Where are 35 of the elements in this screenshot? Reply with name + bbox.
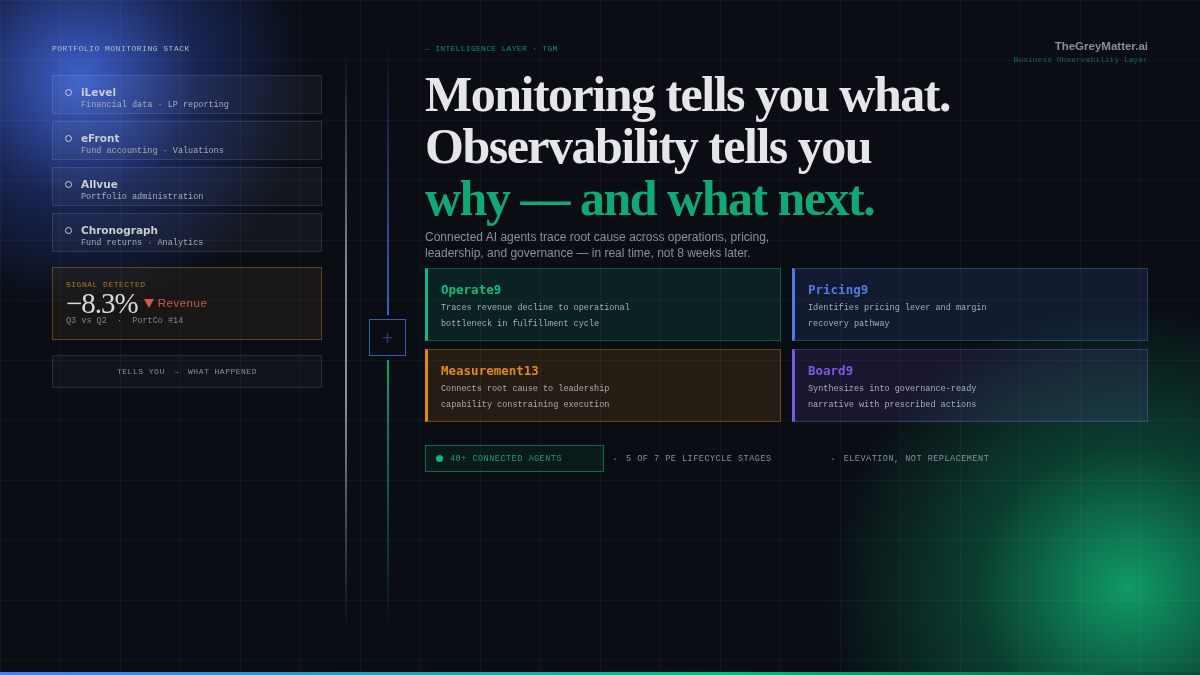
plus-glyph: + [380,328,395,347]
tool-detail: Financial data · LP reporting [81,100,229,111]
signal-value: −8.3% [66,290,138,316]
tool-detail: Portfolio administration [81,192,204,203]
agent-description: Traces revenue decline to operational bottleneck in fulfillment cycle [441,302,631,331]
tool-name: iLevel [81,86,117,99]
agent-name: Board9 [808,363,855,378]
agent-name: Pricing9 [808,282,870,297]
signal-label: SIGNAL DETECTED [66,279,147,290]
tool-detail: Fund returns · Analytics [81,238,204,249]
tool-detail: Fund accounting · Valuations [81,146,224,157]
stat-label: 40+ CONNECTED AGENTS [450,453,563,464]
summary-label: TELLS YOU [117,367,165,376]
section-heading: PORTFOLIO MONITORING STACK [52,44,191,53]
eyebrow-label: — INTELLIGENCE LAYER · TGM [425,44,558,53]
agent-name: Measurement13 [441,363,540,378]
agent-description: Identifies pricing lever and margin recovery pathway [808,302,988,331]
agent-description: Synthesizes into governance-ready narrative with prescribed actions [808,383,978,412]
signal-context: Q3 vs Q2 · PortCo #14 [66,316,185,327]
signal-metric: Revenue [157,297,208,309]
stat-label: ELEVATION, NOT REPLACEMENT [843,453,990,464]
arrow-glyph: → [173,367,180,376]
tool-name: eFront [81,132,121,145]
status-dot-icon [436,455,443,462]
stat-label: 5 OF 7 PE LIFECYCLE STAGES [626,453,772,464]
tool-name: Chronograph [81,224,160,237]
brand-tagline: Business Observability Layer [1013,55,1148,64]
brand-name: TheGreyMatter.ai [1054,40,1148,52]
headline-line: Monitoring tells you what. [425,68,950,120]
agent-description: Connects root cause to leadership capability constraining execution [441,383,611,412]
agent-name: Operate9 [441,282,503,297]
tool-name: Allvue [81,178,119,191]
lede-paragraph: Connected AI agents trace root cause across operations, pricing, leadership, and governance — in real time, not 8 weeks later. [425,230,771,261]
summary-label: WHAT HAPPENED [188,367,257,376]
down-triangle-icon [143,298,154,308]
